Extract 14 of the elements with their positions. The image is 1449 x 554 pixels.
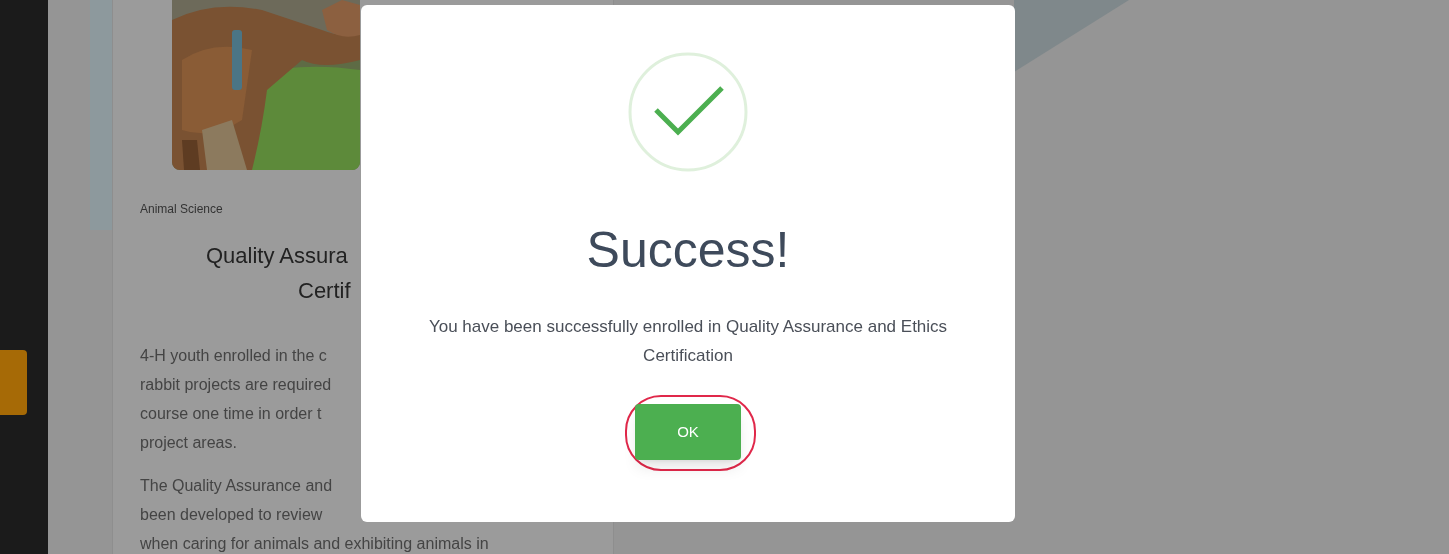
description-text: 4-H youth enrolled in the c [140,346,328,366]
description-text: rabbit projects are required [140,375,333,395]
side-tab[interactable] [0,350,27,415]
dialog-title: Success! [586,221,790,280]
description-text: The Quality Assurance and [140,476,334,496]
description-text: course one time in order t [140,404,323,424]
description-text: been developed to review [140,505,324,525]
dialog-message: You have been successfully enrolled in Quality Assurance and Ethics Certification [427,316,949,367]
ok-button[interactable]: OK [635,404,741,460]
category-label: Animal Science [139,201,224,218]
course-title: Certif [297,277,352,305]
checkmark-icon [628,52,748,172]
description-text: project areas. [140,433,238,453]
description-text: when caring for animals and exhibiting animals in [140,534,490,554]
